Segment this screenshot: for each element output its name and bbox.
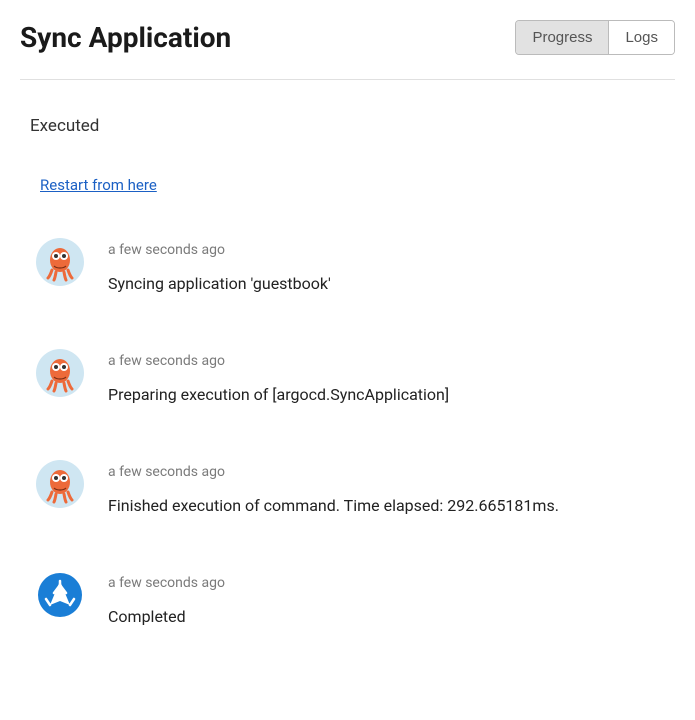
tabs-group: Progress Logs: [515, 20, 675, 55]
avatar-octopus-icon: [36, 238, 84, 286]
log-message: Completed: [108, 607, 225, 626]
log-timestamp: a few seconds ago: [108, 575, 225, 591]
header: Sync Application Progress Logs: [20, 20, 675, 80]
log-message: Preparing execution of [argocd.SyncAppli…: [108, 385, 449, 404]
log-content: a few seconds ago Preparing execution of…: [108, 349, 449, 404]
log-timestamp: a few seconds ago: [108, 242, 331, 258]
tab-logs[interactable]: Logs: [609, 21, 674, 54]
avatar-argo-icon: [36, 571, 84, 619]
log-timestamp: a few seconds ago: [108, 464, 559, 480]
page-title: Sync Application: [20, 21, 231, 54]
log-content: a few seconds ago Finished execution of …: [108, 460, 559, 515]
log-timestamp: a few seconds ago: [108, 353, 449, 369]
log-content: a few seconds ago Completed: [108, 571, 225, 626]
tab-progress[interactable]: Progress: [516, 21, 609, 54]
log-message: Finished execution of command. Time elap…: [108, 496, 559, 515]
avatar-octopus-icon: [36, 349, 84, 397]
status-label: Executed: [20, 116, 675, 136]
log-entry: a few seconds ago Completed: [36, 571, 675, 626]
log-entry: a few seconds ago Preparing execution of…: [36, 349, 675, 404]
log-message: Syncing application 'guestbook': [108, 274, 331, 293]
status-section: Executed Restart from here: [20, 116, 675, 194]
avatar-octopus-icon: [36, 460, 84, 508]
log-entry: a few seconds ago Syncing application 'g…: [36, 238, 675, 293]
log-entries: a few seconds ago Syncing application 'g…: [20, 238, 675, 626]
restart-link[interactable]: Restart from here: [40, 176, 157, 194]
log-entry: a few seconds ago Finished execution of …: [36, 460, 675, 515]
log-content: a few seconds ago Syncing application 'g…: [108, 238, 331, 293]
